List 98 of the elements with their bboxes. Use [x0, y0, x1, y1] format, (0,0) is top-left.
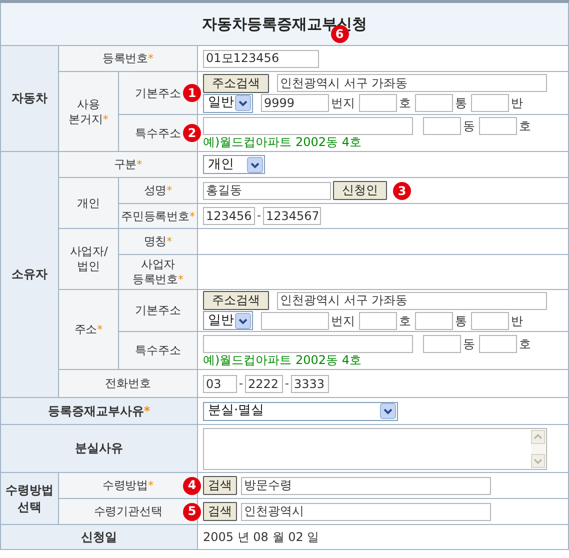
- date-text: 2005 년 08 월 02 일: [203, 530, 320, 544]
- unit-label: 통: [455, 96, 467, 110]
- address-field[interactable]: 인천광역시 서구 가좌동: [277, 74, 547, 92]
- input-field[interactable]: [479, 334, 517, 352]
- required-mark: *: [144, 404, 150, 418]
- field-label: 사업자/ 법인: [70, 244, 108, 273]
- field-label: 등록번호: [102, 51, 148, 65]
- number-badge: 1: [183, 84, 201, 102]
- required-mark: *: [148, 52, 154, 65]
- unit-label: 반: [511, 96, 523, 110]
- field-label: 신청일: [81, 530, 117, 544]
- unit-label: 번지: [331, 96, 355, 110]
- select-dropdown[interactable]: 일반: [203, 94, 253, 112]
- unit-label: 호: [519, 336, 531, 350]
- unit-label: 호: [399, 314, 411, 328]
- field-label: 구분: [114, 157, 137, 171]
- field-label: 기본주소: [135, 86, 181, 100]
- required-mark: *: [178, 273, 184, 286]
- required-mark: *: [148, 479, 154, 492]
- input-field[interactable]: [359, 94, 397, 112]
- unit-label: 통: [455, 314, 467, 328]
- separator: -: [284, 376, 289, 390]
- input-field[interactable]: [203, 117, 413, 135]
- input-field[interactable]: [479, 117, 517, 135]
- input-field[interactable]: [415, 94, 453, 112]
- required-mark: *: [166, 184, 172, 197]
- example-text: 예)월드컵아파트 2002동 4호: [203, 136, 362, 149]
- field-label: 특수주소: [135, 343, 181, 357]
- field-label: 성명: [144, 183, 167, 197]
- search-button[interactable]: 검색: [203, 502, 237, 521]
- scroll-up-icon[interactable]: [531, 430, 545, 444]
- example-text: 예)월드컵아파트 2002동 4호: [203, 354, 362, 366]
- input-field[interactable]: 인천광역시: [241, 502, 491, 520]
- chevron-down-icon: [247, 156, 263, 172]
- input-field[interactable]: 3333: [290, 374, 329, 392]
- field-label: 개인: [77, 196, 100, 210]
- separator: -: [257, 209, 261, 223]
- input-field[interactable]: [261, 312, 329, 330]
- input-field[interactable]: 홍길동: [203, 182, 331, 200]
- input-field[interactable]: [423, 117, 461, 135]
- separator: -: [239, 376, 243, 390]
- unit-label: 반: [511, 314, 523, 328]
- input-field[interactable]: [415, 312, 453, 330]
- address-search-button[interactable]: 주소검색: [203, 291, 269, 310]
- select-dropdown[interactable]: 분실·멸실: [203, 402, 398, 420]
- select-dropdown[interactable]: 일반: [203, 311, 253, 330]
- input-field[interactable]: [471, 312, 509, 330]
- unit-label: 호: [519, 119, 531, 133]
- field-label: 분실사유: [75, 441, 123, 455]
- scroll-down-icon[interactable]: [531, 454, 545, 468]
- select-dropdown[interactable]: 개인: [203, 155, 265, 174]
- unit-label: 동: [463, 119, 475, 133]
- input-field[interactable]: 방문수령: [241, 476, 491, 494]
- address-search-button[interactable]: 주소검색: [203, 74, 269, 92]
- input-field[interactable]: 123456: [203, 207, 255, 225]
- required-mark: *: [136, 158, 142, 171]
- field-label: 전화번호: [105, 376, 151, 390]
- input-field[interactable]: 9999: [261, 94, 329, 112]
- field-label: 주소: [74, 322, 98, 336]
- required-mark: *: [166, 235, 172, 248]
- field-label: 등록증재교부사유: [48, 404, 144, 418]
- required-mark: *: [102, 112, 108, 126]
- field-label: 수령방법: [102, 478, 148, 492]
- input-field[interactable]: 03: [203, 374, 237, 392]
- unit-label: 번지: [331, 314, 355, 328]
- required-mark: *: [97, 323, 103, 336]
- input-field[interactable]: 1234567: [262, 207, 321, 225]
- number-badge: 3: [393, 182, 411, 200]
- text-area[interactable]: [203, 428, 547, 470]
- input-field[interactable]: 01모123456: [203, 50, 319, 68]
- address-field[interactable]: 인천광역시 서구 가좌동: [277, 292, 547, 310]
- field-label: 자동차: [12, 91, 48, 105]
- input-field[interactable]: [423, 334, 461, 352]
- unit-label: 호: [399, 96, 411, 110]
- field-label: 사용 본거지: [68, 96, 103, 126]
- field-label: 소유자: [12, 267, 48, 281]
- applicant-button[interactable]: 신청인: [333, 181, 387, 200]
- required-mark: *: [189, 210, 195, 222]
- chevron-down-icon: [235, 95, 251, 111]
- field-label: 사업자 등록번호: [132, 257, 178, 286]
- input-field[interactable]: [359, 312, 397, 330]
- field-label: 특수주소: [135, 126, 181, 140]
- number-badge: 4: [183, 476, 201, 494]
- number-badge: 2: [183, 124, 201, 142]
- field-label: 명칭: [144, 234, 167, 248]
- field-label: 수령방법 선택: [6, 482, 54, 514]
- field-label: 수령기관선택: [94, 504, 162, 518]
- input-field[interactable]: [471, 94, 509, 112]
- chevron-down-icon: [235, 312, 251, 328]
- input-field[interactable]: [203, 334, 413, 352]
- field-label: 주민등록번호: [121, 208, 190, 222]
- number-badge: 5: [183, 502, 201, 520]
- input-field[interactable]: 2222: [244, 374, 283, 392]
- search-button[interactable]: 검색: [203, 476, 237, 495]
- field-label: 기본주소: [135, 303, 181, 317]
- chevron-down-icon: [380, 403, 396, 419]
- scrollbar[interactable]: [531, 430, 545, 468]
- unit-label: 동: [463, 336, 475, 350]
